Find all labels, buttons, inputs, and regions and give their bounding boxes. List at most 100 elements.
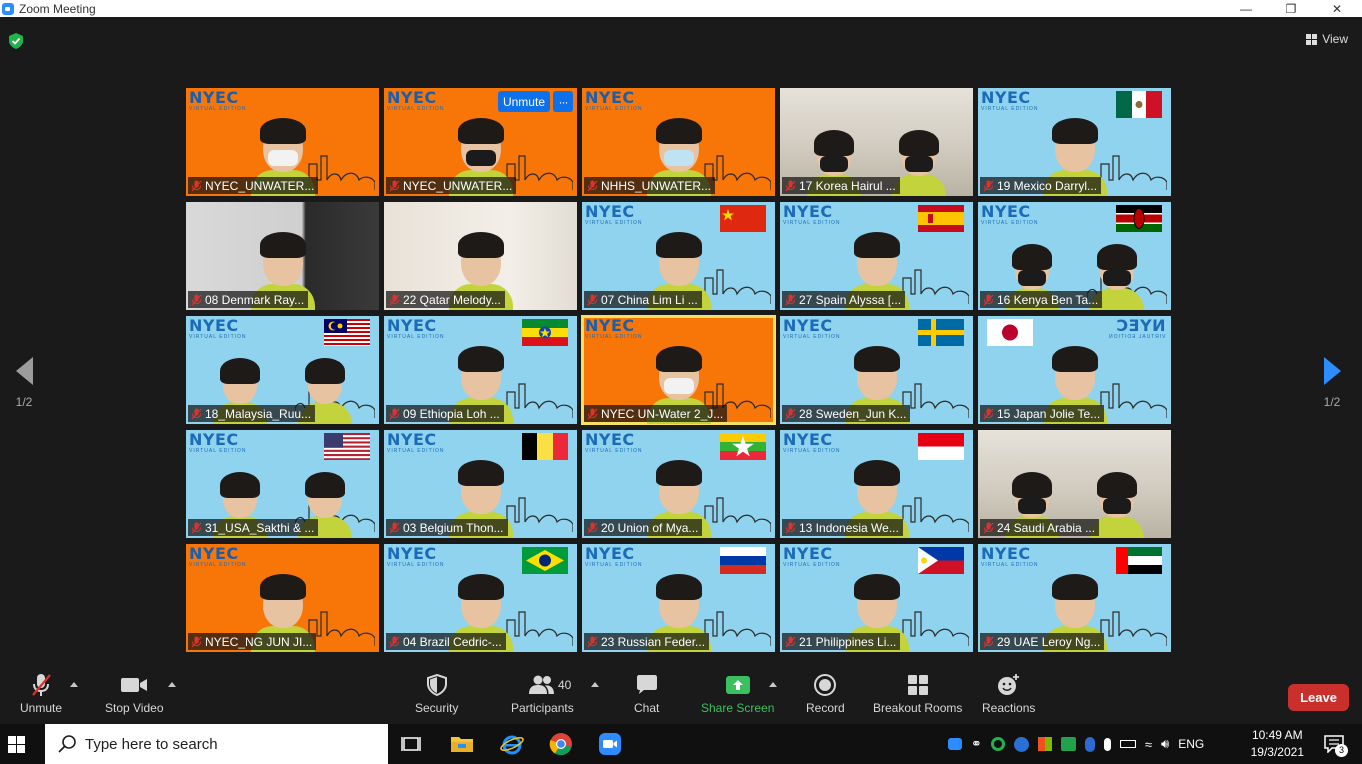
- leave-button[interactable]: Leave: [1288, 684, 1349, 711]
- tile-more-options-button[interactable]: ···: [553, 91, 573, 112]
- security-button[interactable]: Security: [415, 672, 458, 715]
- participant-name: 03 Belgium Thon...: [403, 520, 504, 535]
- participant-name-tag: NYEC UN-Water 2_J...: [584, 405, 728, 422]
- video-tile[interactable]: NYEC VIRTUAL EDITION 03 Belgium Thon...: [384, 430, 577, 538]
- video-options-caret[interactable]: [168, 682, 176, 687]
- video-tile[interactable]: NYEC VIRTUAL EDITION 07 China Lim Li ...: [582, 202, 775, 310]
- video-tile[interactable]: NYEC VIRTUAL EDITION 15 Japan Jolie Te...: [978, 316, 1171, 424]
- participant-name-tag: 28 Sweden_Jun K...: [782, 405, 911, 422]
- participant-name-tag: 13 Indonesia We...: [782, 519, 903, 536]
- video-tile[interactable]: NYEC VIRTUAL EDITION 31_USA_Sakthi & ...: [186, 430, 379, 538]
- next-page-button[interactable]: 1/2: [1318, 357, 1346, 409]
- video-tile[interactable]: NYEC VIRTUAL EDITION 16 Kenya Ben Ta...: [978, 202, 1171, 310]
- participant-name: 24 Saudi Arabia ...: [997, 520, 1096, 535]
- link-tray-icon[interactable]: ⚭: [971, 736, 982, 752]
- minimize-button[interactable]: —: [1223, 0, 1269, 17]
- participant-name-tag: NYEC_NG JUN JI...: [188, 633, 317, 650]
- video-tile[interactable]: NYEC VIRTUAL EDITION 23 Russian Feder...: [582, 544, 775, 652]
- network-activity-tray-icon[interactable]: [1013, 736, 1029, 752]
- action-center-button[interactable]: 3: [1324, 735, 1348, 757]
- face-mask: [1102, 270, 1131, 286]
- indonesia-flag: [918, 433, 964, 460]
- nyec-logo: NYEC VIRTUAL EDITION: [189, 316, 247, 341]
- close-button[interactable]: ✕: [1314, 0, 1360, 17]
- reactions-button[interactable]: Reactions: [982, 672, 1035, 715]
- participants-options-caret[interactable]: [591, 682, 599, 687]
- taskbar-clock[interactable]: 10:49 AM 19/3/2021: [1251, 727, 1304, 761]
- usa-flag: [324, 433, 370, 460]
- video-tile[interactable]: NYEC VIRTUAL EDITION 20 Union of Mya...: [582, 430, 775, 538]
- share-screen-button[interactable]: Share Screen: [701, 672, 774, 715]
- volume-icon[interactable]: 🔊︎: [1161, 736, 1169, 752]
- video-tile[interactable]: NYEC VIRTUAL EDITION 29 UAE Leroy Ng...: [978, 544, 1171, 652]
- muted-mic-icon: [191, 408, 202, 419]
- video-tile[interactable]: NYEC VIRTUAL EDITION 28 Sweden_Jun K...: [780, 316, 973, 424]
- video-tile[interactable]: NYEC VIRTUAL EDITION 18_Malaysia_Ruu...: [186, 316, 379, 424]
- face-mask: [820, 156, 849, 172]
- chat-button[interactable]: Chat: [634, 672, 659, 715]
- muted-mic-icon: [191, 180, 202, 191]
- participant-name-tag: 24 Saudi Arabia ...: [980, 519, 1100, 536]
- record-button[interactable]: Record: [806, 672, 845, 715]
- file-explorer-icon[interactable]: [450, 732, 474, 756]
- app-tray-icon[interactable]: [1060, 737, 1076, 751]
- green-circle-tray-icon[interactable]: [990, 737, 1005, 751]
- participant-name-tag: 29 UAE Leroy Ng...: [980, 633, 1105, 650]
- tile-unmute-button[interactable]: Unmute: [497, 91, 550, 112]
- video-tile[interactable]: NYEC VIRTUAL EDITION NYEC UN-Water 2_J...: [581, 315, 776, 425]
- participant-name-tag: 20 Union of Mya...: [584, 519, 703, 536]
- video-tile[interactable]: 08 Denmark Ray...: [186, 202, 379, 310]
- video-tile[interactable]: 22 Qatar Melody...: [384, 202, 577, 310]
- chrome-icon[interactable]: [549, 732, 573, 756]
- video-tile[interactable]: NYEC VIRTUAL EDITION Unmute ··· NYEC_UNWATER…: [384, 88, 577, 196]
- video-tile[interactable]: NYEC VIRTUAL EDITION NYEC_UNWATER...: [186, 88, 379, 196]
- nyec-logo: NYEC VIRTUAL EDITION: [585, 430, 643, 455]
- nyec-logo: NYEC VIRTUAL EDITION: [189, 88, 247, 113]
- breakout-rooms-button[interactable]: Breakout Rooms: [873, 672, 962, 715]
- video-tile[interactable]: NYEC VIRTUAL EDITION NHHS_UNWATER...: [582, 88, 775, 196]
- participant-name: 31_USA_Sakthi & ...: [205, 520, 315, 535]
- video-tile[interactable]: NYEC VIRTUAL EDITION 27 Spain Alyssa [...: [780, 202, 973, 310]
- face-mask: [663, 378, 694, 394]
- previous-page-button[interactable]: 1/2: [10, 357, 38, 409]
- muted-mic-icon: [389, 408, 400, 419]
- zoom-tray-icon[interactable]: [948, 738, 962, 750]
- taskbar-search-box[interactable]: Type here to search: [45, 724, 388, 764]
- view-button[interactable]: View: [1306, 32, 1348, 46]
- nyec-logo: NYEC VIRTUAL EDITION: [783, 202, 841, 227]
- video-tile[interactable]: NYEC VIRTUAL EDITION 04 Brazil Cedric-...: [384, 544, 577, 652]
- internet-explorer-icon[interactable]: [500, 732, 524, 756]
- video-tile[interactable]: NYEC VIRTUAL EDITION 19 Mexico Darryl...: [978, 88, 1171, 196]
- restore-button[interactable]: ❐: [1268, 0, 1314, 17]
- participant-name: NYEC_UNWATER...: [403, 178, 513, 193]
- video-tile[interactable]: NYEC VIRTUAL EDITION NYEC_NG JUN JI...: [186, 544, 379, 652]
- share-options-caret[interactable]: [769, 682, 777, 687]
- clock-date: 19/3/2021: [1250, 745, 1304, 759]
- bluetooth-icon[interactable]: [1084, 736, 1095, 752]
- participant-name: NYEC UN-Water 2_J...: [601, 406, 724, 421]
- language-indicator[interactable]: ENG: [1178, 737, 1204, 751]
- window-title-bar: Zoom Meeting — ❐ ✕: [0, 0, 1362, 17]
- video-tile[interactable]: 17 Korea Hairul ...: [780, 88, 973, 196]
- microphone-tray-icon[interactable]: [1103, 737, 1111, 751]
- audio-options-caret[interactable]: [70, 682, 78, 687]
- video-tile[interactable]: 24 Saudi Arabia ...: [978, 430, 1171, 538]
- zoom-taskbar-icon[interactable]: [598, 732, 622, 756]
- video-tile[interactable]: NYEC VIRTUAL EDITION 13 Indonesia We...: [780, 430, 973, 538]
- notification-count: 3: [1335, 744, 1348, 757]
- face-mask: [267, 150, 298, 166]
- participant-name-tag: 16 Kenya Ben Ta...: [980, 291, 1103, 308]
- brazil-flag: [522, 547, 568, 574]
- participant-name: 19 Mexico Darryl...: [997, 178, 1098, 193]
- stop-video-button[interactable]: Stop Video: [105, 672, 164, 715]
- encryption-shield-icon[interactable]: [9, 33, 23, 49]
- wifi-icon[interactable]: ≈: [1145, 737, 1152, 752]
- video-tile[interactable]: NYEC VIRTUAL EDITION 21 Philippines Li...: [780, 544, 973, 652]
- unmute-button[interactable]: Unmute: [20, 672, 62, 715]
- video-tile[interactable]: NYEC VIRTUAL EDITION 09 Ethiopia Loh ...: [384, 316, 577, 424]
- chevron-left-icon: [15, 357, 33, 385]
- battery-icon[interactable]: [1119, 740, 1136, 748]
- task-view-icon[interactable]: [400, 732, 424, 756]
- windows-security-tray-icon[interactable]: [1037, 737, 1052, 751]
- windows-start-icon[interactable]: [8, 736, 25, 753]
